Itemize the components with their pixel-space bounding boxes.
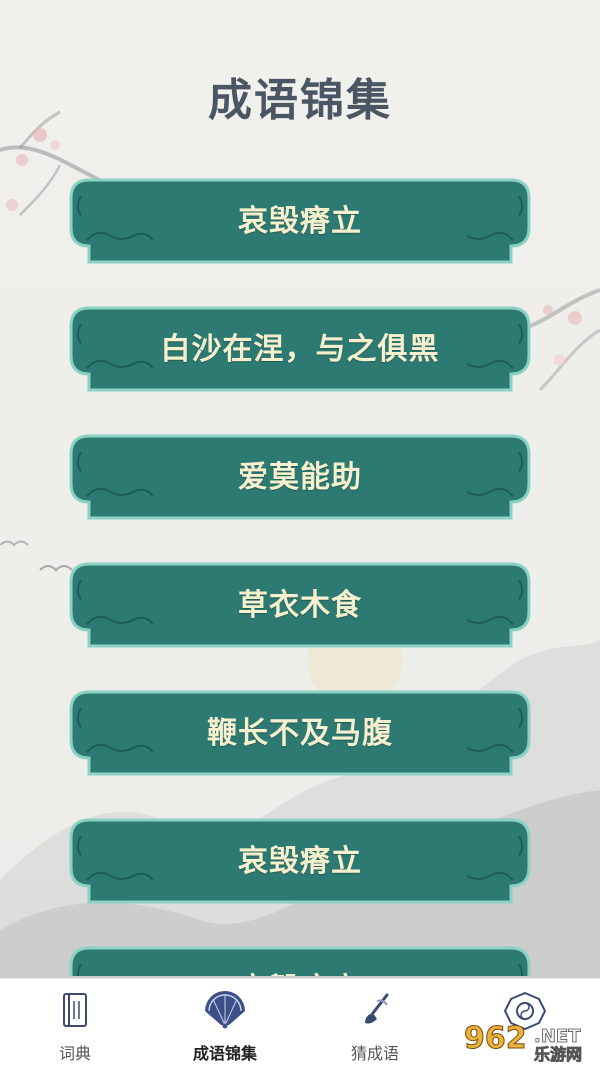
idiom-text: 哀毁瘠立 bbox=[238, 204, 362, 239]
tab-idiom-collection[interactable]: 成语锦集 bbox=[150, 979, 300, 1068]
idiom-card[interactable]: 哀毁瘠立 bbox=[67, 944, 533, 976]
watermark-number: 962 bbox=[464, 1021, 527, 1056]
idiom-card[interactable]: 哀毁瘠立 bbox=[67, 176, 533, 266]
tab-guess-idiom[interactable]: 猜成语 bbox=[300, 979, 450, 1068]
watermark-tagline: 乐游网 bbox=[534, 1045, 582, 1062]
watermark-suffix: .NET bbox=[534, 1026, 581, 1047]
brush-icon bbox=[365, 993, 389, 1024]
idiom-card[interactable]: 白沙在涅，与之俱黑 bbox=[67, 304, 533, 394]
idiom-text: 鞭长不及马腹 bbox=[207, 716, 393, 751]
site-watermark-logo: 962 .NET 乐游网 bbox=[464, 1021, 583, 1063]
tab-dictionary[interactable]: 词典 bbox=[0, 979, 150, 1068]
idiom-list[interactable]: 哀毁瘠立 白沙在涅，与之俱黑 爱莫能助 草衣木食 鞭长不及马腹 哀毁瘠立 bbox=[0, 176, 600, 976]
idiom-card[interactable]: 草衣木食 bbox=[67, 560, 533, 650]
idiom-card[interactable]: 鞭长不及马腹 bbox=[67, 688, 533, 778]
fan-icon bbox=[205, 991, 245, 1029]
tab-label: 成语锦集 bbox=[192, 1044, 257, 1063]
idiom-text: 哀毁瘠立 bbox=[238, 844, 362, 879]
idiom-card[interactable]: 哀毁瘠立 bbox=[67, 816, 533, 906]
book-icon bbox=[63, 993, 87, 1027]
idiom-card[interactable]: 爱莫能助 bbox=[67, 432, 533, 522]
page-title: 成语锦集 bbox=[208, 75, 392, 126]
idiom-text: 爱莫能助 bbox=[238, 460, 362, 495]
tab-label: 猜成语 bbox=[350, 1044, 399, 1063]
idiom-text: 哀毁瘠立 bbox=[67, 944, 533, 976]
idiom-text: 草衣木食 bbox=[238, 588, 362, 623]
tab-label: 词典 bbox=[58, 1044, 91, 1063]
idiom-text: 白沙在涅，与之俱黑 bbox=[160, 332, 440, 367]
